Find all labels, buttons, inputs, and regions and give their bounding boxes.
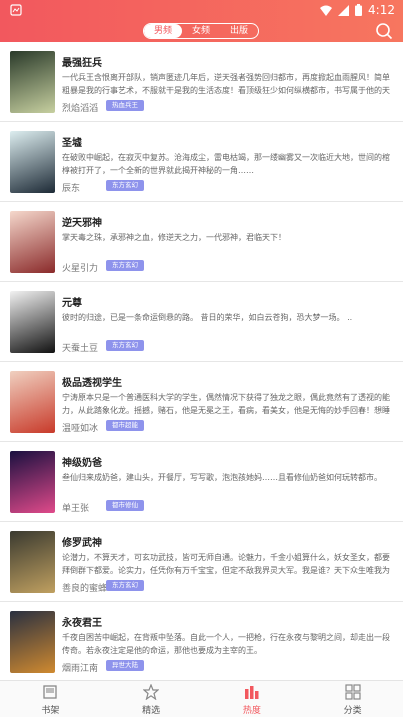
book-cover[interactable]: [10, 51, 55, 113]
channel-tabs: 男频 女频 出版: [143, 23, 259, 39]
tab-female[interactable]: 女频: [182, 24, 220, 38]
book-cover[interactable]: [10, 531, 55, 593]
notification-icon: [10, 4, 22, 16]
nav-label: 热度: [242, 706, 261, 716]
grid-icon: [345, 684, 361, 700]
nav-label: 精选: [142, 706, 161, 716]
book-cover[interactable]: [10, 291, 55, 353]
signal-icon: [338, 4, 350, 16]
book-title[interactable]: 修罗武神: [62, 534, 102, 549]
book-title[interactable]: 最强狂兵: [62, 54, 102, 69]
hot-bars-icon: [244, 686, 259, 699]
book-item[interactable]: 极品透视学生宁涛原本只是一个普通医科大学的学生，偶然情况下获得了独龙之眼，偶此竟…: [0, 362, 403, 442]
genre-tag: 东方玄幻: [106, 180, 144, 191]
tab-publish[interactable]: 出版: [220, 24, 258, 38]
nav-hot[interactable]: 热度: [202, 681, 303, 717]
book-list: 最强狂兵一代兵王含恨离开部队，销声匿迹几年后，逆天强者强势回归都市，再度掀起血雨…: [0, 42, 403, 680]
nav-label: 分类: [343, 706, 362, 716]
status-bar: 4:12: [0, 0, 403, 22]
wifi-icon: [320, 5, 333, 16]
book-title[interactable]: 元尊: [62, 294, 82, 309]
book-item[interactable]: 神级奶爸叁仙归来成奶爸，建山头，开餐厅，写写歌，泡泡孩她妈……且看修仙奶爸如何玩…: [0, 442, 403, 522]
book-author: 火星引力: [62, 264, 99, 274]
book-title[interactable]: 神级奶爸: [62, 454, 102, 469]
book-title[interactable]: 逆天邪神: [62, 214, 102, 229]
clock: 4:12: [368, 3, 395, 17]
book-description: 彼时的归途，已是一条命运倒悬的路。 昔日的荣华，如白云苍狗，恐大梦一场。 ..: [62, 313, 353, 322]
book-cover[interactable]: [10, 131, 55, 193]
book-description: 论潜力，不算天才，可玄功武技，皆可无师自通。论魅力，千金小姐算什么，妖女圣女，都…: [62, 553, 390, 575]
book-item[interactable]: 永夜君王千夜自困苦中崛起，在背叛中坠落。自此一个人，一把枪，行在永夜与黎明之间，…: [0, 602, 403, 680]
book-author: 烟雨江南: [62, 664, 99, 674]
book-description: 在破败中崛起，在寂灭中复苏。沧海成尘，雷电枯竭，那一缕幽雾又一次临近大地，世间的…: [62, 153, 390, 175]
nav-category[interactable]: 分类: [302, 681, 403, 717]
nav-label: 书架: [41, 706, 60, 716]
book-author: 善良的蜜蜂: [62, 584, 108, 594]
battery-icon: [355, 4, 363, 16]
tab-male[interactable]: 男频: [144, 24, 182, 38]
book-title[interactable]: 永夜君王: [62, 614, 102, 629]
book-title[interactable]: 圣墟: [62, 134, 82, 149]
genre-tag: 都市超能: [106, 420, 144, 431]
book-author: 温哑如冰: [62, 424, 99, 434]
book-item[interactable]: 圣墟在破败中崛起，在寂灭中复苏。沧海成尘，雷电枯竭，那一缕幽雾又一次临近大地，世…: [0, 122, 403, 202]
nav-featured[interactable]: 精选: [101, 681, 202, 717]
book-cover[interactable]: [10, 451, 55, 513]
book-author: 天蚕土豆: [62, 344, 99, 354]
search-icon[interactable]: [375, 22, 393, 40]
genre-tag: 东方玄幻: [106, 260, 144, 271]
book-item[interactable]: 元尊彼时的归途，已是一条命运倒悬的路。 昔日的荣华，如白云苍狗，恐大梦一场。 .…: [0, 282, 403, 362]
book-description: 宁涛原本只是一个普通医科大学的学生，偶然情况下获得了独龙之眼，偶此竟然有了透视的…: [62, 393, 390, 415]
nav-bookshelf[interactable]: 书架: [0, 681, 101, 717]
genre-tag: 热血兵王: [106, 100, 144, 111]
book-title[interactable]: 极品透视学生: [62, 374, 122, 389]
book-cover[interactable]: [10, 211, 55, 273]
book-author: 烈焰滔滔: [62, 104, 99, 114]
book-description: 一代兵王含恨离开部队，销声匿迹几年后，逆天强者强势回归都市，再度掀起血雨腥风！简…: [62, 73, 390, 95]
book-author: 单王张: [62, 504, 90, 514]
book-description: 掌天毒之珠，承邪神之血，修逆天之力，一代邪神，君临天下！: [62, 233, 286, 242]
book-item[interactable]: 修罗武神论潜力，不算天才，可玄功武技，皆可无师自通。论魅力，千金小姐算什么，妖女…: [0, 522, 403, 602]
genre-tag: 异世大陆: [106, 660, 144, 671]
top-header: 男频 女频 出版: [0, 22, 403, 42]
star-icon: [143, 684, 160, 700]
bookshelf-icon: [43, 685, 58, 699]
genre-tag: 都市修仙: [106, 500, 144, 511]
book-cover[interactable]: [10, 371, 55, 433]
book-item[interactable]: 最强狂兵一代兵王含恨离开部队，销声匿迹几年后，逆天强者强势回归都市，再度掀起血雨…: [0, 42, 403, 122]
book-author: 辰东: [62, 184, 81, 194]
book-description: 千夜自困苦中崛起，在背叛中坠落。自此一个人，一把枪，行在永夜与黎明之间，却走出一…: [62, 633, 390, 655]
book-description: 叁仙归来成奶爸，建山头，开餐厅，写写歌，泡泡孩她妈……且看修仙奶爸如何玩转都市。: [62, 473, 382, 482]
book-item[interactable]: 逆天邪神掌天毒之珠，承邪神之血，修逆天之力，一代邪神，君临天下！ 火星引力 东方玄幻: [0, 202, 403, 282]
genre-tag: 东方玄幻: [106, 340, 144, 351]
genre-tag: 东方玄幻: [106, 580, 144, 591]
bottom-nav: 书架 精选 热度 分类: [0, 680, 403, 717]
book-cover[interactable]: [10, 611, 55, 673]
